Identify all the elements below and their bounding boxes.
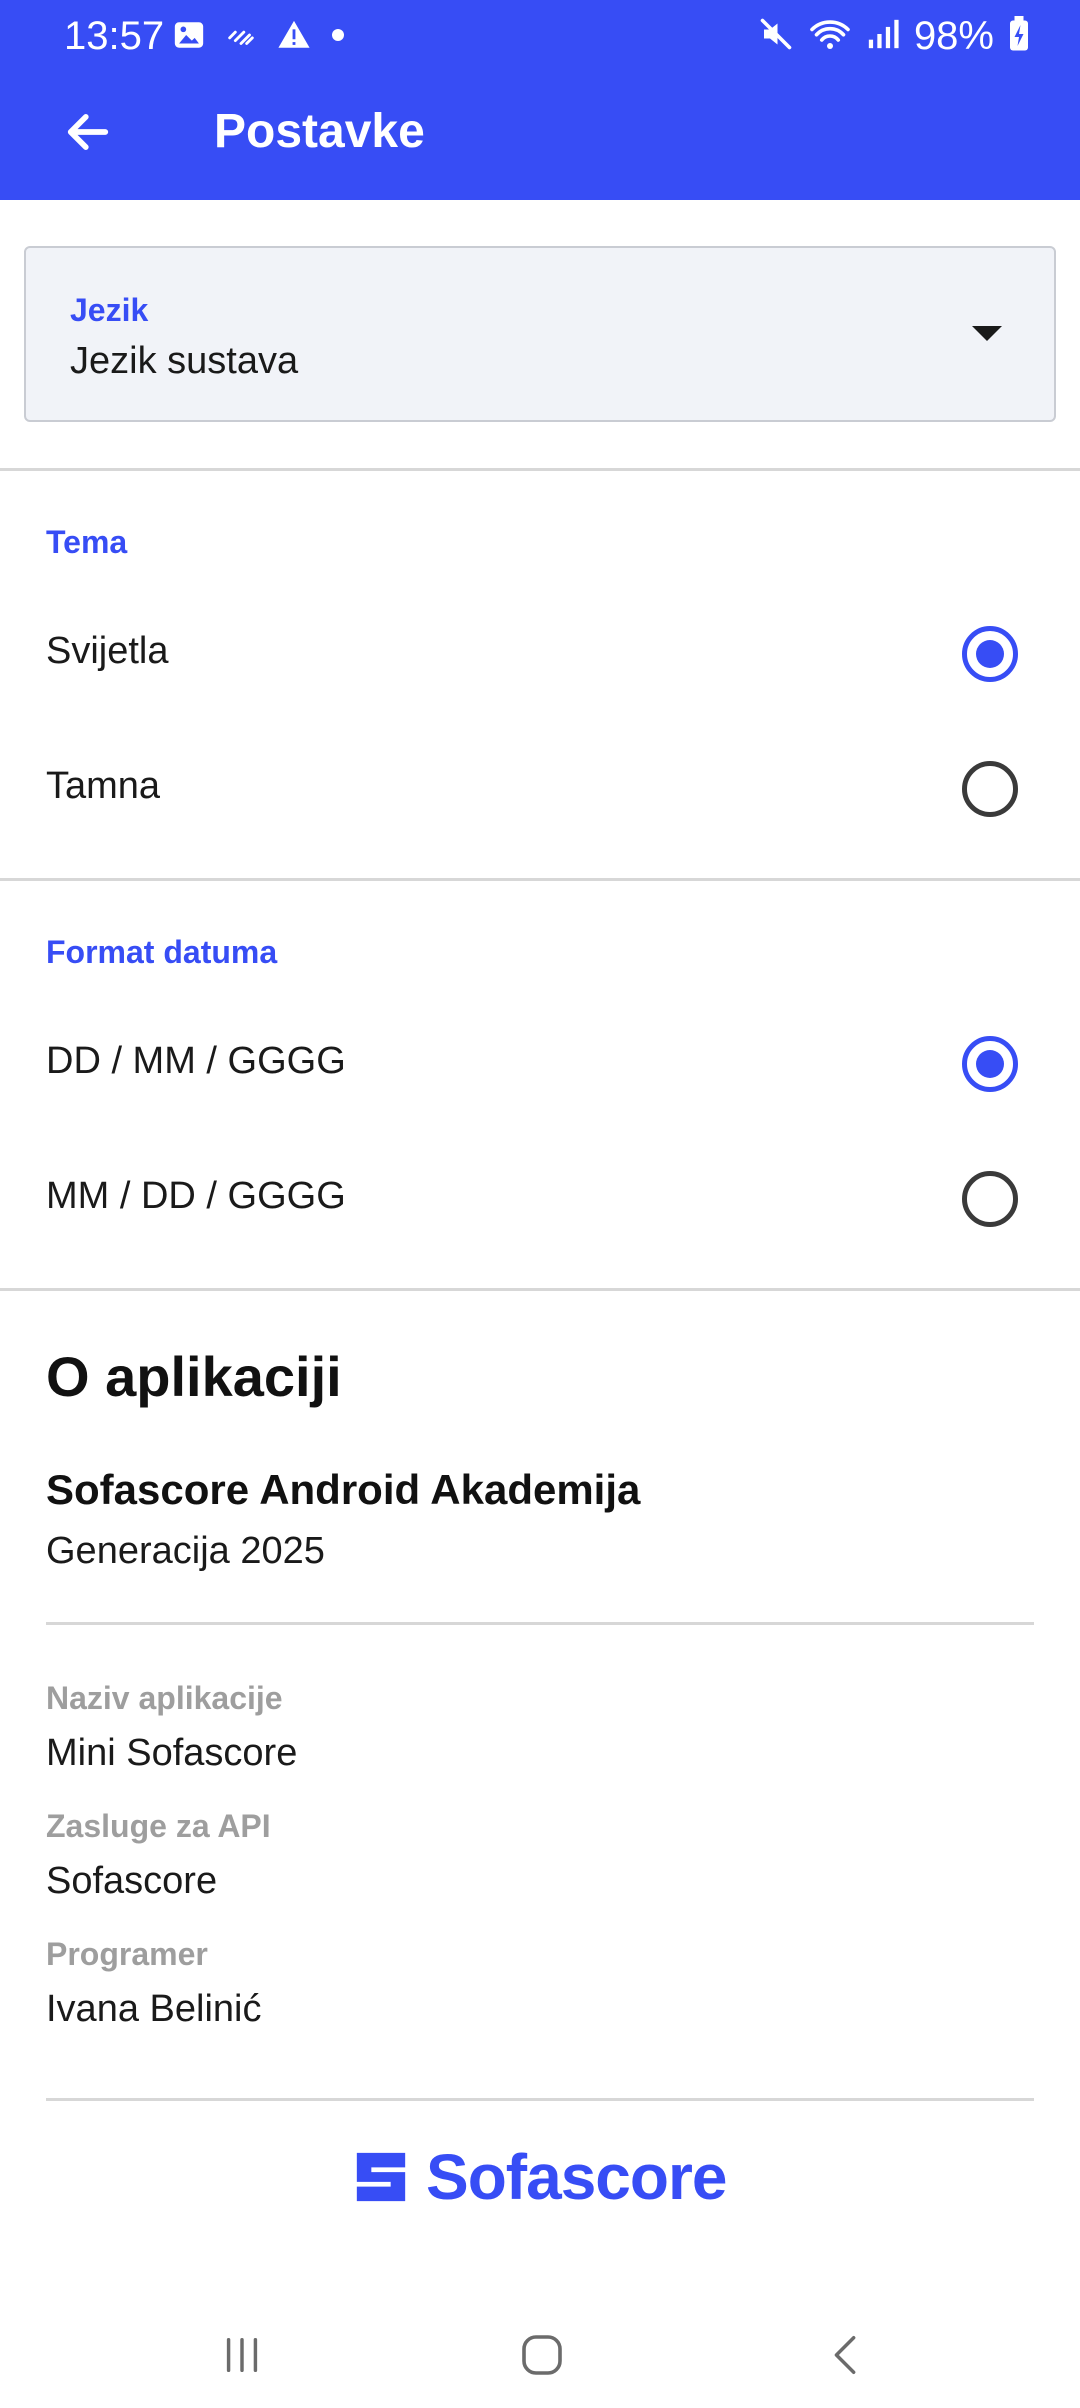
top-bar: 13:57 98% Postavke	[0, 0, 1080, 200]
system-navigation-bar	[0, 2300, 1080, 2408]
theme-option-label: Svijetla	[46, 630, 169, 672]
radio-unselected-icon[interactable]	[962, 761, 1018, 817]
language-dropdown[interactable]: Jezik Jezik sustava	[24, 246, 1056, 422]
divider	[46, 2098, 1034, 2101]
date-format-option-mdy[interactable]: MM / DD / GGGG	[0, 1145, 1080, 1255]
page-title: Postavke	[214, 105, 425, 158]
caret-down-icon	[972, 326, 1002, 341]
divider	[0, 1288, 1080, 1291]
mute-icon	[758, 16, 794, 57]
status-bar: 13:57 98%	[0, 0, 1080, 72]
about-title: O aplikaciji	[46, 1345, 342, 1408]
arrow-back-icon	[67, 114, 109, 150]
radio-selected-icon[interactable]	[962, 626, 1018, 682]
theme-option-light[interactable]: Svijetla	[0, 600, 1080, 710]
api-credits-label: Zasluge za API	[46, 1808, 271, 1844]
theme-section-title: Tema	[46, 524, 128, 560]
recent-apps-button[interactable]	[202, 2320, 282, 2390]
system-back-button[interactable]	[806, 2320, 886, 2390]
home-button[interactable]	[502, 2320, 582, 2390]
warning-icon	[276, 18, 312, 57]
sofascore-logo: Sofascore	[352, 2140, 727, 2214]
image-icon	[172, 18, 206, 57]
app-name-label: Naziv aplikacije	[46, 1680, 283, 1716]
date-format-option-label: MM / DD / GGGG	[46, 1175, 346, 1217]
date-format-option-label: DD / MM / GGGG	[46, 1040, 346, 1082]
academy-name: Sofascore Android Akademija	[46, 1466, 641, 1513]
home-icon	[522, 2335, 562, 2375]
sync-icon	[224, 18, 258, 57]
dot-icon	[330, 27, 346, 48]
battery-charging-icon	[1008, 16, 1030, 57]
divider	[0, 878, 1080, 881]
developer-label: Programer	[46, 1936, 208, 1972]
sofascore-logo-icon	[356, 2152, 406, 2202]
developer-value: Ivana Belinić	[46, 1988, 262, 2030]
theme-option-dark[interactable]: Tamna	[0, 735, 1080, 845]
api-credits-value: Sofascore	[46, 1860, 218, 1902]
date-format-option-dmy[interactable]: DD / MM / GGGG	[0, 1010, 1080, 1120]
language-value: Jezik sustava	[70, 340, 299, 382]
battery-percent: 98%	[913, 14, 994, 58]
divider	[0, 468, 1080, 471]
radio-selected-icon[interactable]	[962, 1036, 1018, 1092]
chevron-left-icon	[834, 2336, 856, 2374]
back-button[interactable]	[56, 100, 120, 164]
logo-text: Sofascore	[426, 2141, 727, 2213]
date-format-section-title: Format datuma	[46, 934, 278, 970]
wifi-icon	[808, 16, 852, 57]
status-time: 13:57	[64, 14, 165, 58]
status-right-icons: 98%	[758, 14, 1030, 59]
theme-option-label: Tamna	[46, 765, 161, 807]
signal-icon	[866, 17, 900, 56]
status-left-icons	[172, 18, 346, 57]
generation-text: Generacija 2025	[46, 1530, 325, 1572]
language-label: Jezik	[70, 292, 149, 328]
app-name-value: Mini Sofascore	[46, 1732, 298, 1774]
recent-apps-icon	[226, 2337, 258, 2373]
radio-unselected-icon[interactable]	[962, 1171, 1018, 1227]
divider	[46, 1622, 1034, 1625]
